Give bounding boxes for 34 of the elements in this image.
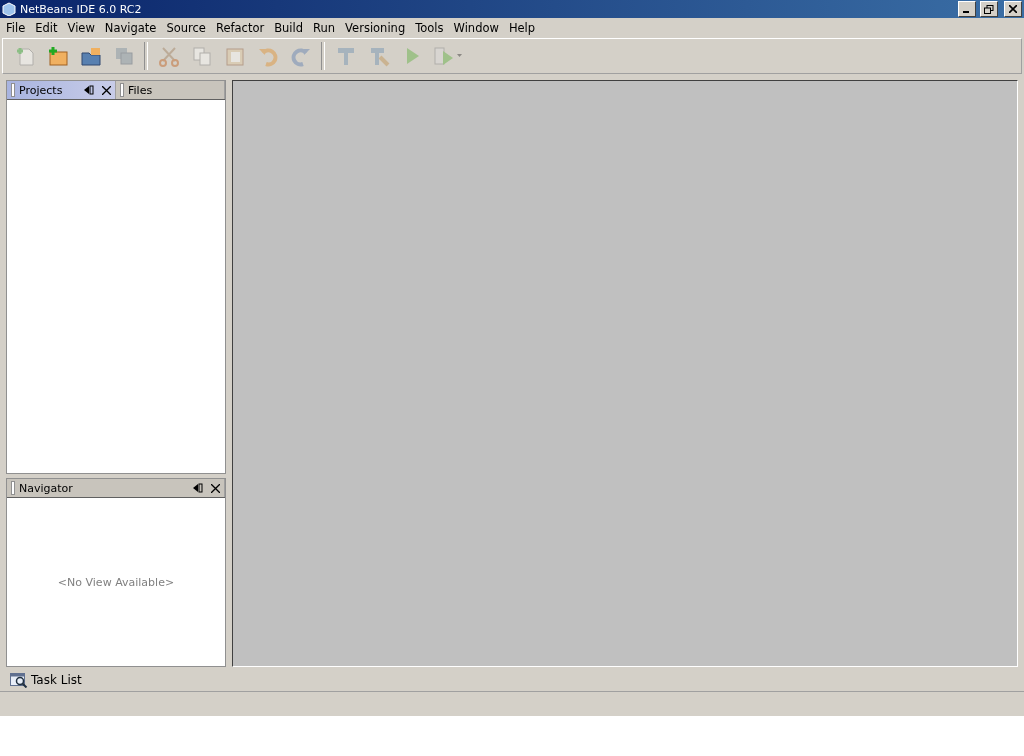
menu-item[interactable]: View [63,21,101,35]
panel-tab[interactable]: Projects [7,81,116,99]
minimize-window-icon[interactable] [84,85,94,95]
close-icon[interactable] [211,483,220,493]
menu-item[interactable]: Versioning [341,21,412,35]
menu-item[interactable]: File [2,21,32,35]
panel-title: Navigator [19,481,74,495]
restore-icon [984,4,994,14]
cut-icon [157,45,180,67]
menu-item[interactable]: Refactor [211,21,271,35]
menu-item[interactable]: Edit [31,21,64,35]
menu-item[interactable]: Navigate [100,21,163,35]
menu-item[interactable]: Tools [411,21,450,35]
window-magnifier-icon [10,672,28,688]
new-project-icon [46,45,69,67]
open-project-icon [79,45,102,67]
window-title: NetBeans IDE 6.0 RC2 [20,2,143,16]
minimize-button[interactable] [958,1,976,17]
copy-icon [190,45,213,67]
menu-item[interactable]: Window [449,21,505,35]
empty-message: <No View Available> [57,575,175,589]
menu-item[interactable]: Source [162,21,212,35]
close-icon[interactable] [102,85,111,95]
menu-item[interactable]: Run [309,21,342,35]
redo-icon [289,45,312,67]
close-icon [1009,5,1017,13]
tab-label: Projects [19,83,64,97]
restore-button[interactable] [980,1,998,17]
menu-item[interactable]: Build [270,21,310,35]
menu-item[interactable]: Help [504,21,542,35]
minimize-window-icon[interactable] [193,483,203,494]
close-button[interactable] [1004,1,1022,17]
tab-label: Files [128,83,154,97]
task-list-button[interactable]: Task List [10,672,82,688]
